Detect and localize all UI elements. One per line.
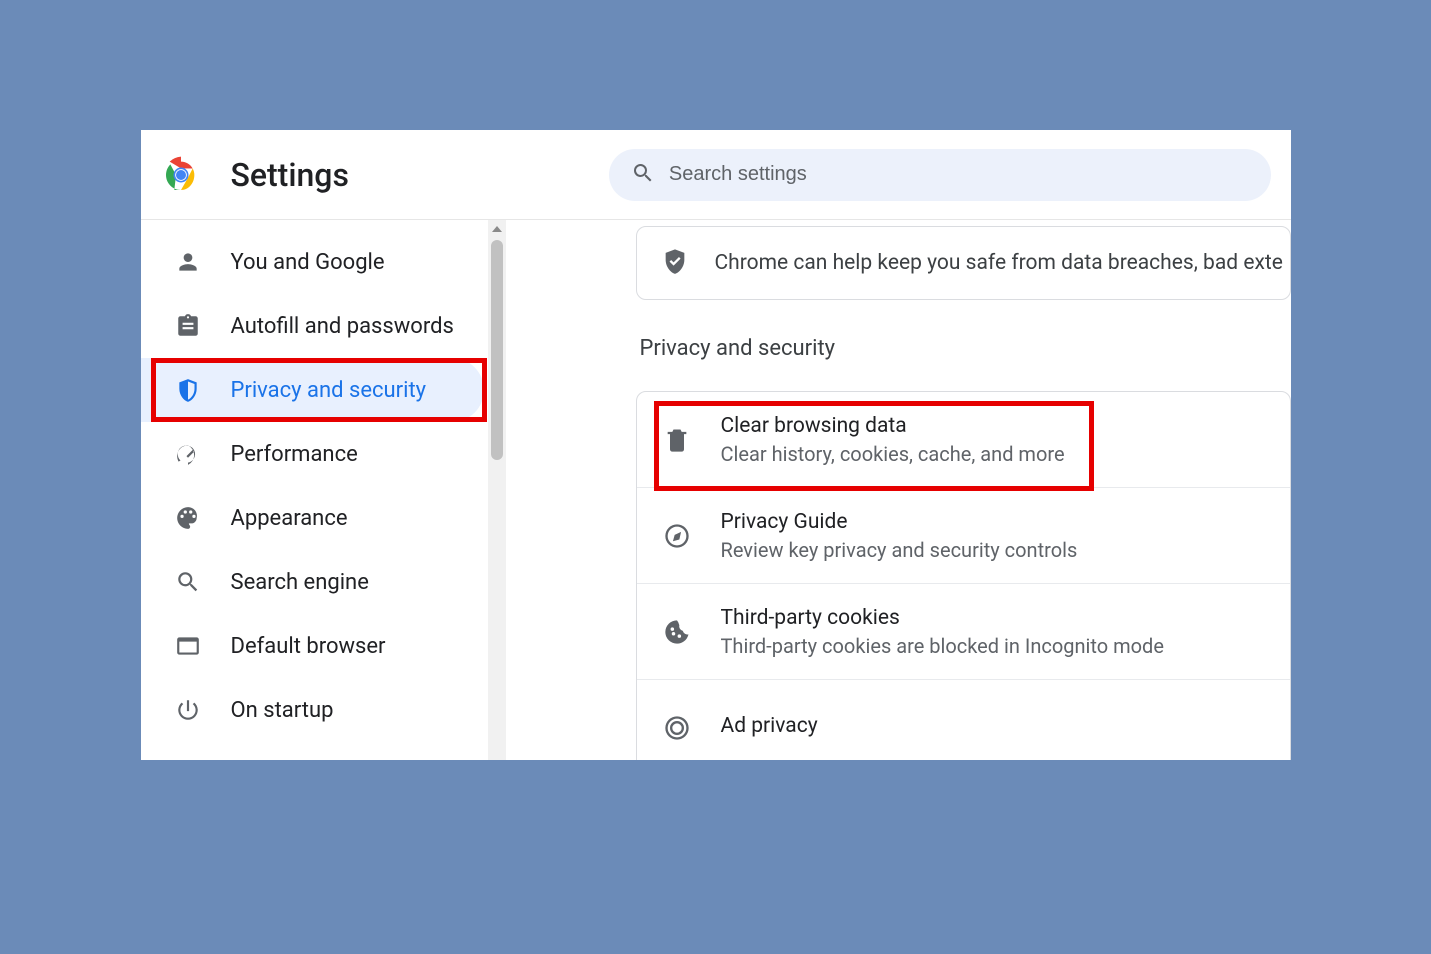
header: Settings [141,130,1291,220]
shield-check-icon [661,247,689,279]
row-clear-browsing-data[interactable]: Clear browsing data Clear history, cooki… [637,392,1290,488]
compass-icon [661,520,693,552]
safety-check-card[interactable]: Chrome can help keep you safe from data … [636,226,1291,300]
sidebar-item-you-and-google[interactable]: You and Google [141,230,506,294]
sidebar: You and Google Autofill and passwords Pr… [141,220,506,760]
target-icon [661,712,693,744]
content-area: You and Google Autofill and passwords Pr… [141,220,1291,760]
safety-banner-text: Chrome can help keep you safe from data … [715,251,1283,275]
sidebar-item-on-startup[interactable]: On startup [141,678,506,742]
sidebar-item-performance[interactable]: Performance [141,422,506,486]
cookie-icon [661,616,693,648]
row-secondary-text: Third-party cookies are blocked in Incog… [721,634,1164,658]
sidebar-item-label: Privacy and security [231,378,427,403]
sidebar-item-label: You and Google [231,250,385,275]
window-icon [173,631,203,661]
search-box[interactable] [609,149,1271,201]
sidebar-item-autofill[interactable]: Autofill and passwords [141,294,506,358]
row-primary-text: Clear browsing data [721,414,1065,438]
person-icon [173,247,203,277]
settings-window: Settings You and Google [141,130,1291,760]
row-primary-text: Privacy Guide [721,510,1078,534]
row-privacy-guide[interactable]: Privacy Guide Review key privacy and sec… [637,488,1290,584]
sidebar-item-label: Appearance [231,506,348,531]
sidebar-item-label: On startup [231,698,334,723]
sidebar-item-label: Search engine [231,570,369,595]
shield-icon [173,375,203,405]
clipboard-icon [173,311,203,341]
speedometer-icon [173,439,203,469]
palette-icon [173,503,203,533]
row-ad-privacy[interactable]: Ad privacy [637,680,1290,760]
sidebar-item-default-browser[interactable]: Default browser [141,614,506,678]
main-panel: Chrome can help keep you safe from data … [506,220,1291,760]
sidebar-item-label: Default browser [231,634,386,659]
trash-icon [661,424,693,456]
search-icon [631,161,655,189]
privacy-settings-list: Clear browsing data Clear history, cooki… [636,391,1291,760]
sidebar-item-label: Performance [231,442,358,467]
row-third-party-cookies[interactable]: Third-party cookies Third-party cookies … [637,584,1290,680]
page-title: Settings [231,156,349,194]
sidebar-item-label: Autofill and passwords [231,314,454,339]
row-secondary-text: Clear history, cookies, cache, and more [721,442,1065,466]
sidebar-item-privacy-security[interactable]: Privacy and security [141,358,484,422]
row-primary-text: Third-party cookies [721,606,1164,630]
section-title: Privacy and security [636,336,1291,361]
search-icon [173,567,203,597]
sidebar-item-appearance[interactable]: Appearance [141,486,506,550]
row-secondary-text: Review key privacy and security controls [721,538,1078,562]
power-icon [173,695,203,725]
row-primary-text: Ad privacy [721,714,818,738]
sidebar-item-search-engine[interactable]: Search engine [141,550,506,614]
chrome-logo-icon [161,155,201,195]
search-input[interactable] [669,163,1249,186]
